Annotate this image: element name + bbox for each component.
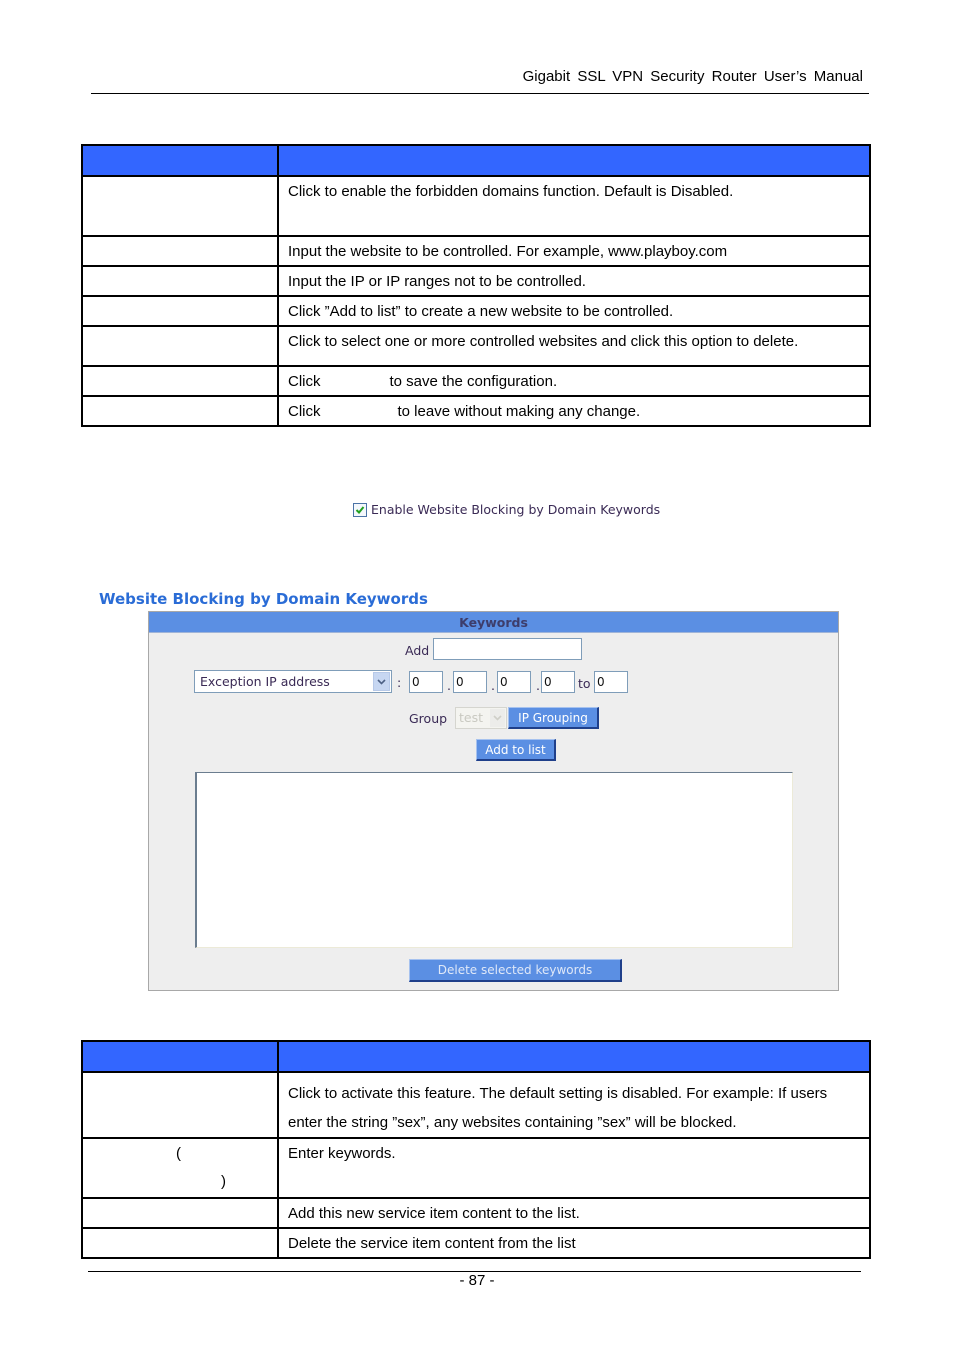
ip-type-select-value: Exception IP address [200,674,330,689]
table-row: Input the website to be controlled. For … [82,236,870,266]
ip-grouping-button[interactable]: IP Grouping [508,707,599,729]
table-cell-description: Click to activate this feature. The defa… [278,1072,870,1138]
colon-separator: : [397,675,402,690]
table-row: Add this new service item content to the… [82,1198,870,1228]
table-row: Click to select one or more controlled w… [82,326,870,366]
panel-header: Keywords [149,612,838,633]
table-cell-description: Click to save the configuration. [278,366,870,396]
table-row: Click to save the configuration. [82,366,870,396]
keyword-list[interactable] [195,772,793,948]
to-label: to [578,676,591,691]
table-cell-object: ( ) [82,1138,278,1198]
table-header-row [82,145,870,176]
table-cell-object [82,266,278,296]
enable-website-blocking-checkbox[interactable]: Enable Website Blocking by Domain Keywor… [353,502,660,517]
ip-start-octet-2[interactable] [453,671,487,693]
parameter-table-keywords: Click to activate this feature. The defa… [81,1040,871,1259]
description-text: Click to enable the forbidden domains fu… [288,183,734,200]
dot-separator: . [491,678,495,693]
paren-close: ) [221,1173,226,1190]
table-cell-description: Click to enable the forbidden domains fu… [278,176,870,236]
dot-separator: . [447,678,451,693]
table-cell-description: Input the IP or IP ranges not to be cont… [278,266,870,296]
table-cell-object [82,1072,278,1138]
description-text: Click to select one or more controlled w… [288,333,799,350]
description-text: Enter keywords. [288,1145,396,1162]
description-rest: to leave without making any change. [397,403,641,420]
table-cell-description: Click to select one or more controlled w… [278,326,870,366]
description-text: Input the website to be controlled. For … [288,243,728,260]
description-text: Add this new service item content to the… [288,1205,580,1222]
description-line: Click to activate this feature. The defa… [288,1085,828,1102]
chevron-down-icon[interactable] [373,672,390,691]
table-row: ( ) Enter keywords. [82,1138,870,1198]
table-row: Click to enable the forbidden domains fu… [82,176,870,236]
chevron-down-icon [490,709,505,727]
keyword-add-input[interactable] [433,638,582,660]
table-cell-description: Delete the service item content from the… [278,1228,870,1258]
table-cell-description: Click to leave without making any change. [278,396,870,426]
manual-title: Gigabit SSL VPN Security Router User’s M… [522,68,863,85]
add-label: Add [405,643,430,658]
description-text: Click to activate this feature. The defa… [288,1073,860,1137]
ip-start-octet-4[interactable] [541,671,575,693]
parameter-table-domains: Click to enable the forbidden domains fu… [81,144,871,427]
table-row: Click to activate this feature. The defa… [82,1072,870,1138]
group-select[interactable]: test [455,707,507,729]
ip-start-octet-3[interactable] [497,671,531,693]
description-text: Delete the service item content from the… [288,1235,576,1252]
table-header-cell-description [278,1041,870,1072]
table-cell-description: Input the website to be controlled. For … [278,236,870,266]
ip-type-select[interactable]: Exception IP address [194,670,392,693]
table-cell-description: Add this new service item content to the… [278,1198,870,1228]
dot-separator: . [536,678,540,693]
table-cell-object [82,176,278,236]
click-word: Click [288,373,321,390]
add-to-list-button[interactable]: Add to list [476,739,556,761]
table-cell-object [82,296,278,326]
table-row: Click to leave without making any change. [82,396,870,426]
paren-open: ( [176,1145,181,1162]
table-header-row [82,1041,870,1072]
page-header: Gigabit SSL VPN Security Router User’s M… [91,66,869,94]
group-select-value: test [459,710,484,725]
description-text: Click to leave without making any change. [288,397,860,420]
ip-start-octet-1[interactable] [409,671,443,693]
click-word: Click [288,403,321,420]
table-cell-object [82,1228,278,1258]
table-header-cell-object [82,145,278,176]
table-row: Click ”Add to list” to create a new webs… [82,296,870,326]
ip-end-octet[interactable] [594,671,628,693]
description-text: Input the IP or IP ranges not to be cont… [288,273,586,290]
description-text: Click to save the configuration. [288,367,860,390]
checkbox-label: Enable Website Blocking by Domain Keywor… [371,502,661,517]
description-rest: to save the configuration. [389,373,558,390]
table-header-cell-object [82,1041,278,1072]
table-cell-description: Enter keywords. [278,1138,870,1198]
table-cell-object [82,326,278,366]
table-cell-object [82,236,278,266]
table-row: Input the IP or IP ranges not to be cont… [82,266,870,296]
delete-selected-keywords-button[interactable]: Delete selected keywords [409,959,622,982]
keywords-panel: Keywords Add Exception IP address : . . … [148,611,839,991]
table-row: Delete the service item content from the… [82,1228,870,1258]
table-cell-object [82,396,278,426]
description-text: Click ”Add to list” to create a new webs… [288,303,674,320]
table-cell-object [82,1198,278,1228]
description-line: enter the string ”sex”, any websites con… [288,1114,737,1131]
table-cell-description: Click ”Add to list” to create a new webs… [278,296,870,326]
section-title: Website Blocking by Domain Keywords [99,590,428,608]
checkbox-checked-icon[interactable] [353,502,367,517]
table-cell-object [82,366,278,396]
page-number: - 87 - [459,1272,495,1289]
table-header-cell-description [278,145,870,176]
group-label: Group [409,711,448,726]
